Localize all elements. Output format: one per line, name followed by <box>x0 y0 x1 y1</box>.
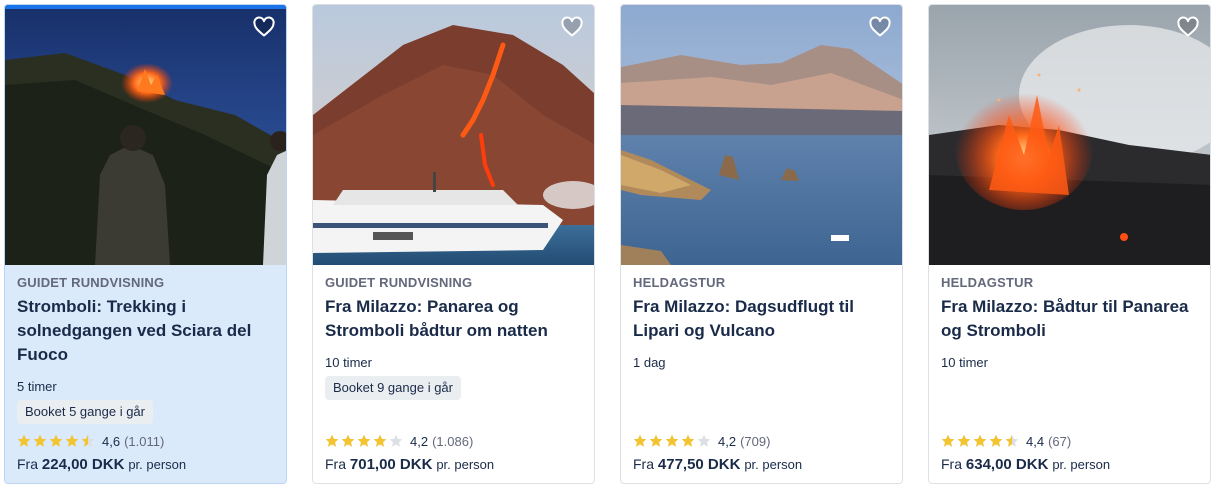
card-image-night-boat-tour[interactable] <box>313 5 594 265</box>
activity-category: HELDAGSTUR <box>941 275 1034 290</box>
activity-category: GUIDET RUNDVISNING <box>17 275 165 290</box>
star-icon <box>633 434 647 447</box>
activity-title[interactable]: Stromboli: Trekking i solnedgangen ved S… <box>17 295 274 367</box>
activity-duration: 10 timer <box>325 355 372 370</box>
activity-duration: 10 timer <box>941 355 988 370</box>
rating: 4,4 (67) <box>941 433 1071 449</box>
booked-badge: Booket 5 gange i går <box>17 400 153 424</box>
rating-stars <box>633 434 711 448</box>
star-icon <box>389 434 403 447</box>
activity-card-2[interactable]: GUIDET RUNDVISNING Fra Milazzo: Panarea … <box>312 4 595 484</box>
price: Fra 634,00 DKK pr. person <box>941 456 1110 473</box>
rating: 4,2 (709) <box>633 433 770 449</box>
price-prefix: Fra <box>17 456 38 472</box>
wishlist-button[interactable] <box>1172 11 1204 43</box>
card-body: HELDAGSTUR Fra Milazzo: Dagsudflugt til … <box>621 265 902 483</box>
rating: 4,6 (1.011) <box>17 433 164 449</box>
price-prefix: Fra <box>325 456 346 472</box>
price-amount: 477,50 DKK <box>657 456 741 473</box>
wishlist-button[interactable] <box>864 11 896 43</box>
wishlist-button[interactable] <box>556 11 588 43</box>
activity-title[interactable]: Fra Milazzo: Panarea og Stromboli bådtur… <box>325 295 582 343</box>
wishlist-button[interactable] <box>248 11 280 43</box>
star-icon <box>33 434 47 447</box>
star-icon <box>65 434 79 447</box>
rating: 4,2 (1.086) <box>325 433 473 449</box>
activity-title[interactable]: Fra Milazzo: Bådtur til Panarea og Strom… <box>941 295 1198 343</box>
rating-value: 4,2 <box>410 433 429 449</box>
activity-duration: 5 timer <box>17 379 57 394</box>
card-image-stromboli-trekking[interactable] <box>5 5 286 265</box>
price-amount: 224,00 DKK <box>41 456 125 473</box>
activity-category: HELDAGSTUR <box>633 275 726 290</box>
star-icon <box>697 434 711 447</box>
price: Fra 701,00 DKK pr. person <box>325 456 494 473</box>
rating-stars <box>325 434 403 448</box>
star-icon <box>649 434 663 447</box>
heart-icon <box>1177 16 1199 37</box>
activity-duration: 1 dag <box>633 355 666 370</box>
star-icon <box>373 434 387 447</box>
star-icon <box>341 434 355 447</box>
price-suffix: pr. person <box>128 457 187 472</box>
activity-category: GUIDET RUNDVISNING <box>325 275 473 290</box>
star-icon <box>17 434 31 447</box>
star-icon <box>665 434 679 447</box>
activity-title[interactable]: Fra Milazzo: Dagsudflugt til Lipari og V… <box>633 295 890 343</box>
card-image-panarea-stromboli[interactable] <box>929 5 1210 265</box>
rating-value: 4,4 <box>1026 433 1045 449</box>
rating-count: (67) <box>1048 433 1072 449</box>
star-icon <box>973 434 987 447</box>
price-suffix: pr. person <box>436 457 495 472</box>
rating-count: (1.011) <box>124 433 165 449</box>
activity-card-4[interactable]: HELDAGSTUR Fra Milazzo: Bådtur til Panar… <box>928 4 1211 484</box>
heart-icon <box>253 16 275 37</box>
price-amount: 701,00 DKK <box>349 456 433 473</box>
star-icon <box>357 434 371 447</box>
star-icon <box>957 434 971 447</box>
star-icon <box>49 434 63 447</box>
star-icon <box>989 434 1003 447</box>
card-body: HELDAGSTUR Fra Milazzo: Bådtur til Panar… <box>929 265 1210 483</box>
booked-badge: Booket 9 gange i går <box>325 376 461 400</box>
star-icon <box>81 434 95 447</box>
price: Fra 224,00 DKK pr. person <box>17 456 186 473</box>
star-icon <box>1005 434 1019 447</box>
price-suffix: pr. person <box>1052 457 1111 472</box>
activity-card-1[interactable]: GUIDET RUNDVISNING Stromboli: Trekking i… <box>4 4 287 484</box>
rating-value: 4,6 <box>102 433 121 449</box>
star-icon <box>325 434 339 447</box>
rating-count: (709) <box>740 433 771 449</box>
card-image-lipari-vulcano[interactable] <box>621 5 902 265</box>
price-prefix: Fra <box>941 456 962 472</box>
price: Fra 477,50 DKK pr. person <box>633 456 802 473</box>
star-icon <box>681 434 695 447</box>
activity-card-3[interactable]: HELDAGSTUR Fra Milazzo: Dagsudflugt til … <box>620 4 903 484</box>
rating-stars <box>941 434 1019 448</box>
rating-value: 4,2 <box>718 433 737 449</box>
card-body: GUIDET RUNDVISNING Fra Milazzo: Panarea … <box>313 265 594 483</box>
card-body: GUIDET RUNDVISNING Stromboli: Trekking i… <box>5 265 286 483</box>
heart-icon <box>869 16 891 37</box>
rating-stars <box>17 434 95 448</box>
heart-icon <box>561 16 583 37</box>
price-prefix: Fra <box>633 456 654 472</box>
rating-count: (1.086) <box>432 433 474 449</box>
star-icon <box>941 434 955 447</box>
price-suffix: pr. person <box>744 457 803 472</box>
price-amount: 634,00 DKK <box>965 456 1049 473</box>
